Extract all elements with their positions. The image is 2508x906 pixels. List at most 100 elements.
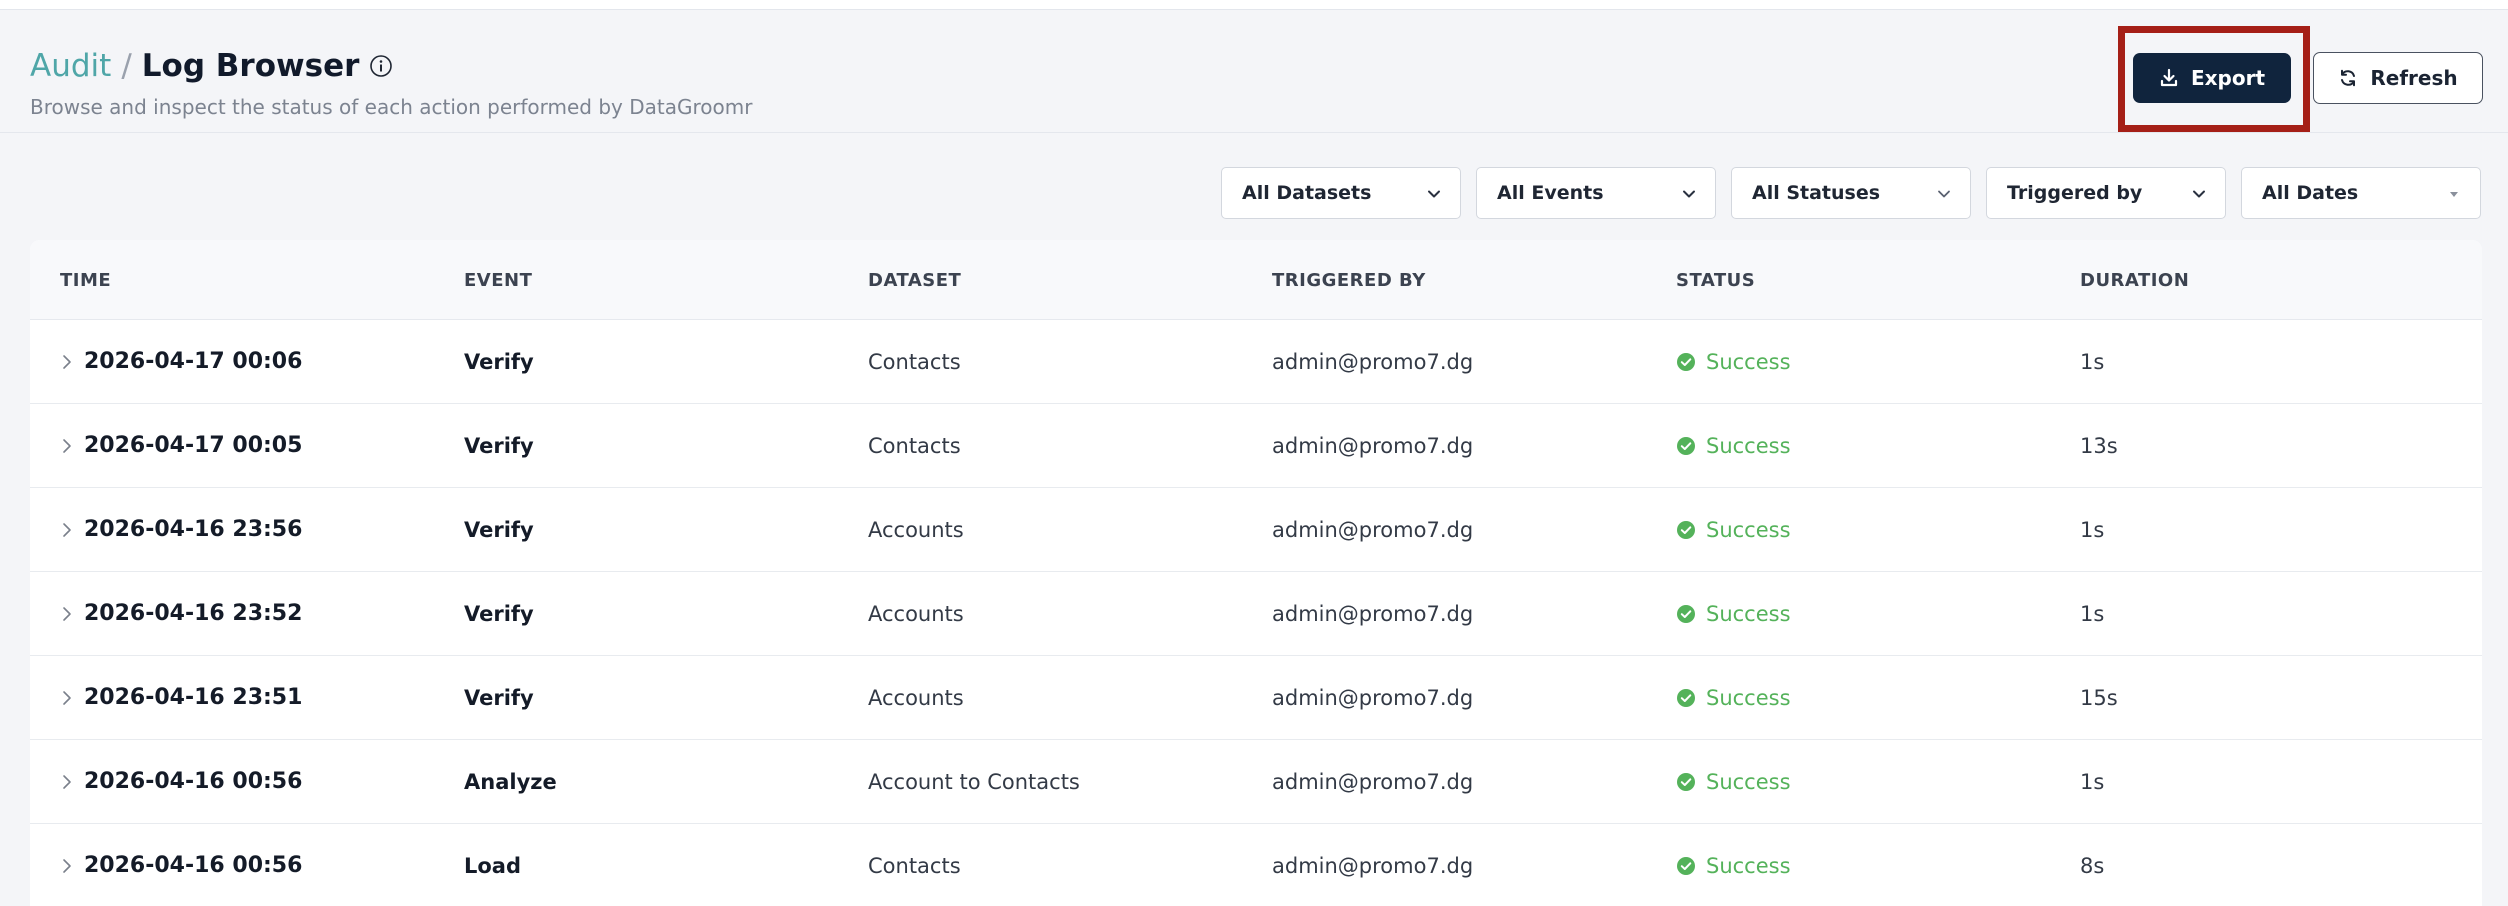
duration-cell: 1s	[2080, 517, 2105, 542]
chevron-right-icon[interactable]	[60, 606, 74, 622]
info-icon[interactable]	[369, 54, 393, 78]
time-cell: 2026-04-17 00:05	[60, 404, 302, 487]
refresh-button-label: Refresh	[2370, 66, 2458, 90]
column-header-status[interactable]: STATUS	[1676, 270, 1755, 291]
time-value: 2026-04-16 00:56	[84, 769, 303, 794]
check-circle-icon	[1676, 436, 1696, 456]
breadcrumb: Audit / Log Browser	[30, 48, 393, 84]
event-cell: Verify	[464, 433, 534, 458]
check-circle-icon	[1676, 604, 1696, 624]
triggered-by-cell: admin@promo7.dg	[1272, 517, 1474, 542]
refresh-button[interactable]: Refresh	[2313, 52, 2483, 104]
event-cell: Verify	[464, 601, 534, 626]
column-header-duration[interactable]: DURATION	[2080, 270, 2189, 291]
triggered-by-cell: admin@promo7.dg	[1272, 433, 1474, 458]
status-value: Success	[1706, 433, 1791, 458]
check-circle-icon	[1676, 352, 1696, 372]
breadcrumb-separator: /	[121, 48, 132, 84]
event-cell: Verify	[464, 517, 534, 542]
triggered-by-cell: admin@promo7.dg	[1272, 349, 1474, 374]
chevron-right-icon[interactable]	[60, 354, 74, 370]
table-header: TIME EVENT DATASET TRIGGERED BY STATUS D…	[30, 240, 2482, 320]
status-cell: Success	[1676, 320, 1791, 403]
triggered-by-cell: admin@promo7.dg	[1272, 769, 1474, 794]
event-cell: Verify	[464, 349, 534, 374]
log-table: TIME EVENT DATASET TRIGGERED BY STATUS D…	[30, 240, 2482, 906]
event-filter[interactable]: All Events	[1476, 167, 1716, 219]
breadcrumb-audit-link[interactable]: Audit	[30, 48, 111, 84]
chevron-down-icon	[1683, 190, 1695, 198]
event-cell: Analyze	[464, 769, 557, 794]
check-circle-icon	[1676, 856, 1696, 876]
status-value: Success	[1706, 349, 1791, 374]
table-row[interactable]: 2026-04-16 00:56 Analyze Account to Cont…	[30, 740, 2482, 824]
column-header-event[interactable]: EVENT	[464, 270, 532, 291]
date-filter[interactable]: All Dates	[2241, 167, 2481, 219]
table-row[interactable]: 2026-04-16 23:52 Verify Accounts admin@p…	[30, 572, 2482, 656]
time-value: 2026-04-16 00:56	[84, 853, 303, 878]
download-icon	[2160, 68, 2178, 87]
dataset-cell: Contacts	[868, 853, 961, 878]
event-filter-value: All Events	[1497, 182, 1604, 204]
dataset-cell: Contacts	[868, 433, 961, 458]
time-cell: 2026-04-16 00:56	[60, 824, 302, 906]
dataset-cell: Contacts	[868, 349, 961, 374]
top-bar	[0, 0, 2508, 10]
table-row[interactable]: 2026-04-16 23:56 Verify Accounts admin@p…	[30, 488, 2482, 572]
event-cell: Verify	[464, 685, 534, 710]
status-cell: Success	[1676, 572, 1791, 655]
status-cell: Success	[1676, 656, 1791, 739]
status-value: Success	[1706, 769, 1791, 794]
table-row[interactable]: 2026-04-17 00:05 Verify Contacts admin@p…	[30, 404, 2482, 488]
column-header-triggered-by[interactable]: TRIGGERED BY	[1272, 270, 1426, 291]
dataset-cell: Accounts	[868, 517, 964, 542]
time-cell: 2026-04-16 00:56	[60, 740, 302, 823]
triggered-by-filter[interactable]: Triggered by	[1986, 167, 2226, 219]
status-cell: Success	[1676, 740, 1791, 823]
time-value: 2026-04-16 23:52	[84, 601, 303, 626]
chevron-right-icon[interactable]	[60, 690, 74, 706]
time-value: 2026-04-16 23:51	[84, 685, 303, 710]
status-filter[interactable]: All Statuses	[1731, 167, 1971, 219]
export-button-label: Export	[2190, 66, 2266, 90]
refresh-icon	[2341, 69, 2356, 87]
check-circle-icon	[1676, 520, 1696, 540]
status-value: Success	[1706, 517, 1791, 542]
dataset-filter[interactable]: All Datasets	[1221, 167, 1461, 219]
time-cell: 2026-04-16 23:52	[60, 572, 302, 655]
export-button[interactable]: Export	[2133, 53, 2291, 103]
time-value: 2026-04-17 00:06	[84, 349, 303, 374]
status-filter-value: All Statuses	[1752, 182, 1881, 204]
duration-cell: 8s	[2080, 853, 2105, 878]
triggered-by-cell: admin@promo7.dg	[1272, 601, 1474, 626]
chevron-right-icon[interactable]	[60, 858, 74, 874]
chevron-right-icon[interactable]	[60, 522, 74, 538]
duration-cell: 1s	[2080, 769, 2105, 794]
chevron-down-icon	[2193, 190, 2205, 198]
chevron-down-icon	[1428, 190, 1440, 198]
page-header: Audit / Log Browser Browse and inspect t…	[0, 10, 2508, 133]
table-row[interactable]: 2026-04-16 00:56 Load Contacts admin@pro…	[30, 824, 2482, 906]
caret-down-icon	[2450, 192, 2458, 197]
status-value: Success	[1706, 853, 1791, 878]
time-value: 2026-04-16 23:56	[84, 517, 303, 542]
check-circle-icon	[1676, 688, 1696, 708]
page-title: Log Browser	[141, 48, 360, 84]
time-cell: 2026-04-16 23:56	[60, 488, 302, 571]
chevron-down-icon	[1938, 190, 1950, 198]
duration-cell: 1s	[2080, 601, 2105, 626]
time-value: 2026-04-17 00:05	[84, 433, 303, 458]
time-cell: 2026-04-17 00:06	[60, 320, 302, 403]
chevron-right-icon[interactable]	[60, 774, 74, 790]
page-subtitle: Browse and inspect the status of each ac…	[30, 95, 753, 119]
duration-cell: 13s	[2080, 433, 2118, 458]
table-row[interactable]: 2026-04-17 00:06 Verify Contacts admin@p…	[30, 320, 2482, 404]
column-header-dataset[interactable]: DATASET	[868, 270, 961, 291]
check-circle-icon	[1676, 772, 1696, 792]
column-header-time[interactable]: TIME	[60, 270, 111, 291]
chevron-right-icon[interactable]	[60, 438, 74, 454]
triggered-by-cell: admin@promo7.dg	[1272, 853, 1474, 878]
dataset-filter-value: All Datasets	[1242, 182, 1372, 204]
status-cell: Success	[1676, 404, 1791, 487]
table-row[interactable]: 2026-04-16 23:51 Verify Accounts admin@p…	[30, 656, 2482, 740]
